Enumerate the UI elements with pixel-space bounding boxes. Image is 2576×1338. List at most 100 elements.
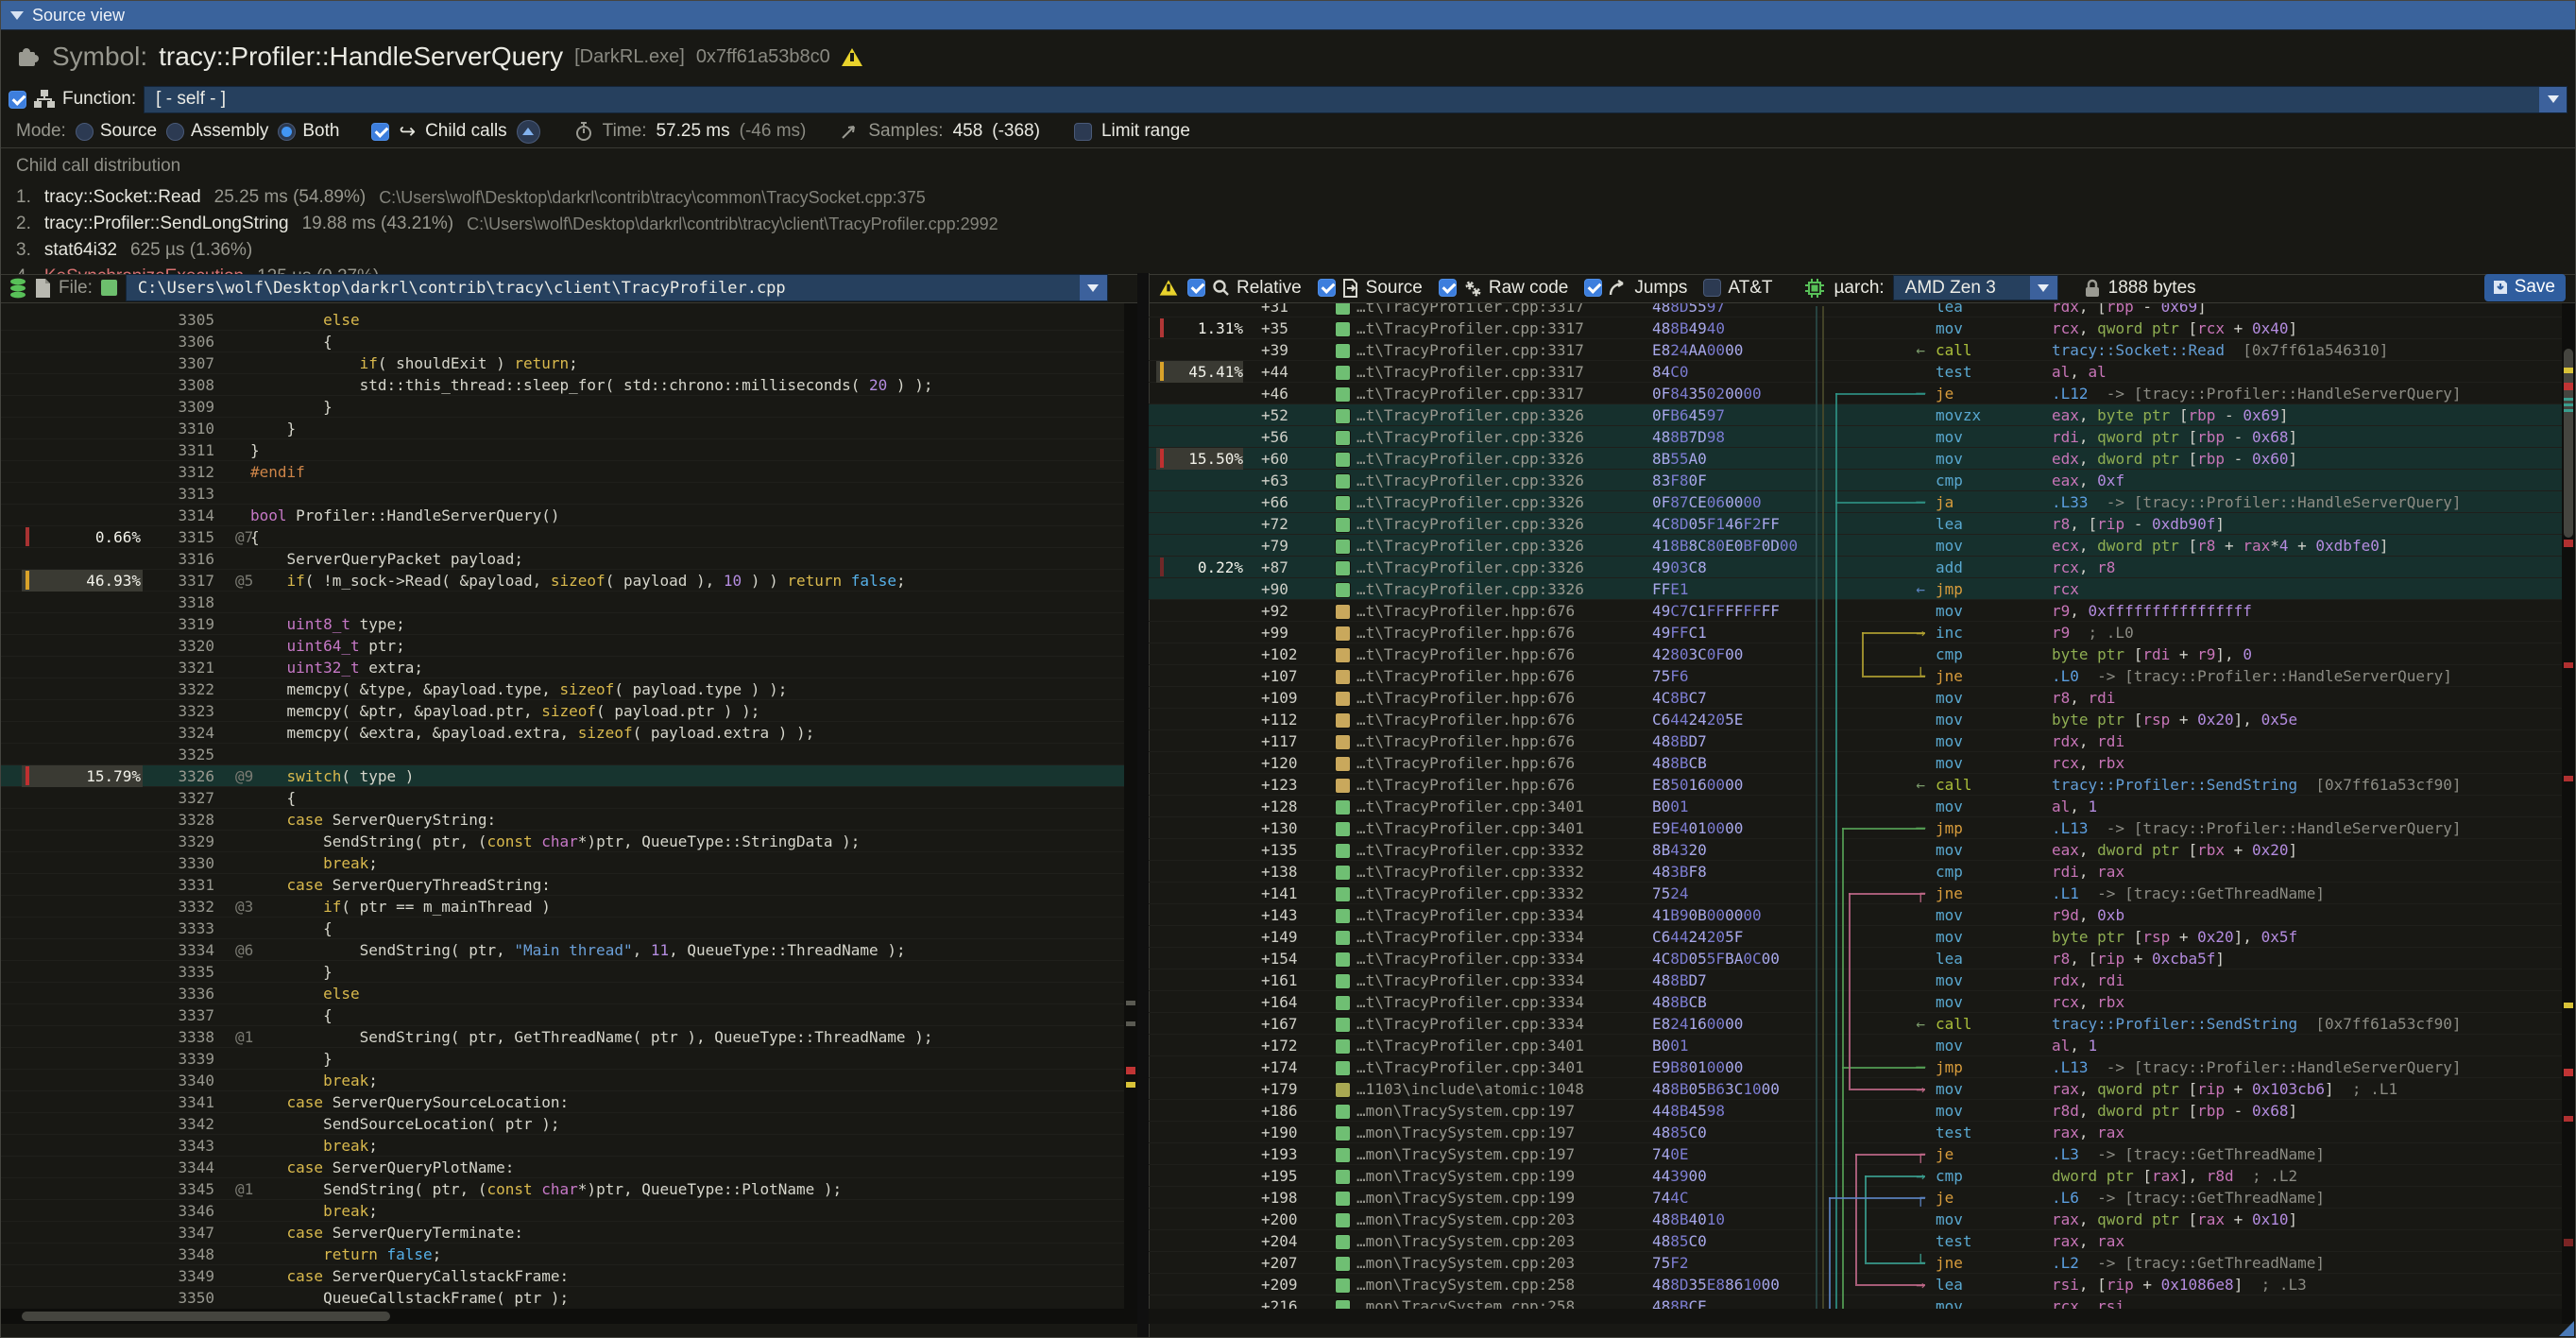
- source-line[interactable]: 3343 break;: [1, 1135, 1124, 1157]
- asm-row[interactable]: +109…t\TracyProfiler.hpp:6764C8BC7movr8,…: [1149, 687, 2562, 709]
- source-vertical-scrollbar[interactable]: [1124, 303, 1137, 1324]
- source-line[interactable]: 3338@1 SendString( ptr, GetThreadName( p…: [1, 1026, 1124, 1048]
- chevron-down-icon[interactable]: [1080, 275, 1107, 300]
- child-call-item[interactable]: 2.tracy::Profiler::SendLongString19.88 m…: [16, 211, 2560, 237]
- asm-row[interactable]: +149…t\TracyProfiler.cpp:3334C64424205Fm…: [1149, 926, 2562, 948]
- asm-row[interactable]: +102…t\TracyProfiler.hpp:67642803C0F00cm…: [1149, 643, 2562, 665]
- asm-row[interactable]: +186…mon\TracySystem.cpp:197448B4598movr…: [1149, 1100, 2562, 1122]
- source-line[interactable]: 3342 SendSourceLocation( ptr );: [1, 1113, 1124, 1135]
- source-line[interactable]: 3340 break;: [1, 1070, 1124, 1091]
- asm-row[interactable]: 0.22%+87…t\TracyProfiler.cpp:33264903C8a…: [1149, 557, 2562, 578]
- collapse-icon[interactable]: [10, 11, 24, 20]
- source-line[interactable]: 3311}: [1, 439, 1124, 461]
- source-line[interactable]: 3314bool Profiler::HandleServerQuery(): [1, 505, 1124, 526]
- source-line[interactable]: 3324 memcpy( &extra, &payload.extra, siz…: [1, 722, 1124, 744]
- child-calls-checkbox[interactable]: [371, 123, 389, 141]
- titlebar[interactable]: Source view: [1, 1, 2575, 30]
- asm-row[interactable]: +112…t\TracyProfiler.hpp:676C64424205Emo…: [1149, 709, 2562, 730]
- source-line[interactable]: 3337 {: [1, 1004, 1124, 1026]
- asm-row[interactable]: +63…t\TracyProfiler.cpp:332683F80Fcmpeax…: [1149, 470, 2562, 491]
- chevron-down-icon[interactable]: [2539, 87, 2567, 112]
- source-line[interactable]: 3327 {: [1, 787, 1124, 809]
- asm-row[interactable]: +39…t\TracyProfiler.cpp:3317E824AA0000←c…: [1149, 339, 2562, 361]
- asm-row[interactable]: +92…t\TracyProfiler.hpp:67649C7C1FFFFFFF…: [1149, 600, 2562, 622]
- source-line[interactable]: 3339 }: [1, 1048, 1124, 1070]
- asm-row[interactable]: +123…t\TracyProfiler.hpp:676E850160000←c…: [1149, 774, 2562, 796]
- source-line[interactable]: 3323 memcpy( &ptr, &payload.ptr, sizeof(…: [1, 700, 1124, 722]
- source-line[interactable]: 3328 case ServerQueryString:: [1, 809, 1124, 831]
- source-line[interactable]: 3346 break;: [1, 1200, 1124, 1222]
- asm-row[interactable]: +72…t\TracyProfiler.cpp:33264C8D05F146F2…: [1149, 513, 2562, 535]
- toggle-relative[interactable]: Relative: [1187, 278, 1302, 299]
- source-line[interactable]: 3322 memcpy( &type, &payload.type, sizeo…: [1, 678, 1124, 700]
- asm-row[interactable]: +99…t\TracyProfiler.hpp:67649FFC1→incr9 …: [1149, 622, 2562, 643]
- function-checkbox[interactable]: [9, 91, 26, 109]
- asm-row[interactable]: +107…t\TracyProfiler.hpp:67675F6└jne.L0 …: [1149, 665, 2562, 687]
- file-combo[interactable]: C:\Users\wolf\Desktop\darkrl\contrib\tra…: [126, 274, 1108, 301]
- window-resize-grip[interactable]: [2559, 1321, 2574, 1336]
- source-line[interactable]: 15.79%3326@9 switch( type ): [1, 765, 1124, 787]
- scrollbar-grip[interactable]: [22, 1312, 390, 1321]
- source-line[interactable]: 3334@6 SendString( ptr, "Main thread", 1…: [1, 939, 1124, 961]
- source-line[interactable]: 3348 return false;: [1, 1244, 1124, 1265]
- assembly-vertical-scrollbar[interactable]: [2562, 303, 2575, 1324]
- source-line[interactable]: 3332@3 if( ptr == m_mainThread ): [1, 896, 1124, 918]
- source-line[interactable]: 3347 case ServerQueryTerminate:: [1, 1222, 1124, 1244]
- asm-row[interactable]: +164…t\TracyProfiler.cpp:3334488BCBmovrc…: [1149, 991, 2562, 1013]
- source-line[interactable]: 3329 SendString( ptr, (const char*)ptr, …: [1, 831, 1124, 852]
- source-line[interactable]: 3331 case ServerQueryThreadString:: [1, 874, 1124, 896]
- asm-row[interactable]: 45.41%+44…t\TracyProfiler.cpp:331784C0te…: [1149, 361, 2562, 383]
- asm-row[interactable]: +90…t\TracyProfiler.cpp:3326FFE1←jmprcx: [1149, 578, 2562, 600]
- function-combo[interactable]: [ - self - ]: [144, 86, 2567, 113]
- assembly-horizontal-scrollbar[interactable]: [1149, 1309, 2562, 1324]
- source-line[interactable]: 3321 uint32_t extra;: [1, 657, 1124, 678]
- source-line[interactable]: 3306 {: [1, 331, 1124, 352]
- asm-row[interactable]: +138…t\TracyProfiler.cpp:3332483BF8cmprd…: [1149, 861, 2562, 883]
- toggle-jumps[interactable]: Jumps: [1584, 278, 1687, 299]
- asm-row[interactable]: +167…t\TracyProfiler.cpp:3334E824160000←…: [1149, 1013, 2562, 1035]
- source-line[interactable]: 3319 uint8_t type;: [1, 613, 1124, 635]
- source-line[interactable]: 3305 else: [1, 309, 1124, 331]
- asm-row[interactable]: +79…t\TracyProfiler.cpp:3326418B8C80E0BF…: [1149, 535, 2562, 557]
- asm-row[interactable]: +143…t\TracyProfiler.cpp:333441B90B00000…: [1149, 904, 2562, 926]
- source-line[interactable]: 3330 break;: [1, 852, 1124, 874]
- source-line[interactable]: 3350 QueueCallstackFrame( ptr );: [1, 1287, 1124, 1307]
- toggle-source[interactable]: Source: [1318, 278, 1423, 299]
- limit-range-checkbox[interactable]: [1074, 123, 1092, 141]
- march-combo[interactable]: AMD Zen 3: [1893, 275, 2058, 300]
- asm-row[interactable]: +128…t\TracyProfiler.cpp:3401B001moval, …: [1149, 796, 2562, 817]
- toggle-at-t[interactable]: AT&T: [1703, 278, 1772, 299]
- asm-row[interactable]: 1.31%+35…t\TracyProfiler.cpp:3317488B494…: [1149, 317, 2562, 339]
- source-line[interactable]: 3341 case ServerQuerySourceLocation:: [1, 1091, 1124, 1113]
- source-line[interactable]: 3307 if( shouldExit ) return;: [1, 352, 1124, 374]
- source-line[interactable]: 46.93%3317@5 if( !m_sock->Read( &payload…: [1, 570, 1124, 592]
- source-line[interactable]: 3325: [1, 744, 1124, 765]
- child-call-item[interactable]: 1.tracy::Socket::Read25.25 ms (54.89%)C:…: [16, 184, 2560, 211]
- source-line[interactable]: 3333 {: [1, 918, 1124, 939]
- source-line[interactable]: 3313: [1, 483, 1124, 505]
- mode-radio-both[interactable]: Both: [278, 121, 339, 142]
- source-line[interactable]: 3309 }: [1, 396, 1124, 418]
- asm-row[interactable]: +161…t\TracyProfiler.cpp:3334488BD7movrd…: [1149, 969, 2562, 991]
- toggle-raw-code[interactable]: Raw code: [1439, 278, 1569, 299]
- source-line[interactable]: 3349 case ServerQueryCallstackFrame:: [1, 1265, 1124, 1287]
- asm-row[interactable]: +56…t\TracyProfiler.cpp:3326488B7D98movr…: [1149, 426, 2562, 448]
- source-line[interactable]: 3335 }: [1, 961, 1124, 983]
- asm-row[interactable]: +135…t\TracyProfiler.cpp:33328B4320movea…: [1149, 839, 2562, 861]
- source-horizontal-scrollbar[interactable]: [1, 1309, 1124, 1324]
- source-line[interactable]: 3344 case ServerQueryPlotName:: [1, 1157, 1124, 1178]
- source-line[interactable]: 3312#endif: [1, 461, 1124, 483]
- collapse-child-calls-button[interactable]: [517, 120, 540, 144]
- source-line[interactable]: 3336 else: [1, 983, 1124, 1004]
- source-line[interactable]: 3345@1 SendString( ptr, (const char*)ptr…: [1, 1178, 1124, 1200]
- asm-row[interactable]: +117…t\TracyProfiler.hpp:676488BD7movrdx…: [1149, 730, 2562, 752]
- save-button[interactable]: Save: [2484, 274, 2566, 301]
- source-line[interactable]: 3320 uint64_t ptr;: [1, 635, 1124, 657]
- asm-row[interactable]: +154…t\TracyProfiler.cpp:33344C8D055FBA0…: [1149, 948, 2562, 969]
- child-call-item[interactable]: 3.stat64i32625 µs (1.36%): [16, 237, 2560, 264]
- source-line[interactable]: 3310 }: [1, 418, 1124, 439]
- asm-row[interactable]: +172…t\TracyProfiler.cpp:3401B001moval, …: [1149, 1035, 2562, 1056]
- asm-row[interactable]: +120…t\TracyProfiler.hpp:676488BCBmovrcx…: [1149, 752, 2562, 774]
- chevron-down-icon[interactable]: [2030, 276, 2057, 300]
- source-line[interactable]: 3308 std::this_thread::sleep_for( std::c…: [1, 374, 1124, 396]
